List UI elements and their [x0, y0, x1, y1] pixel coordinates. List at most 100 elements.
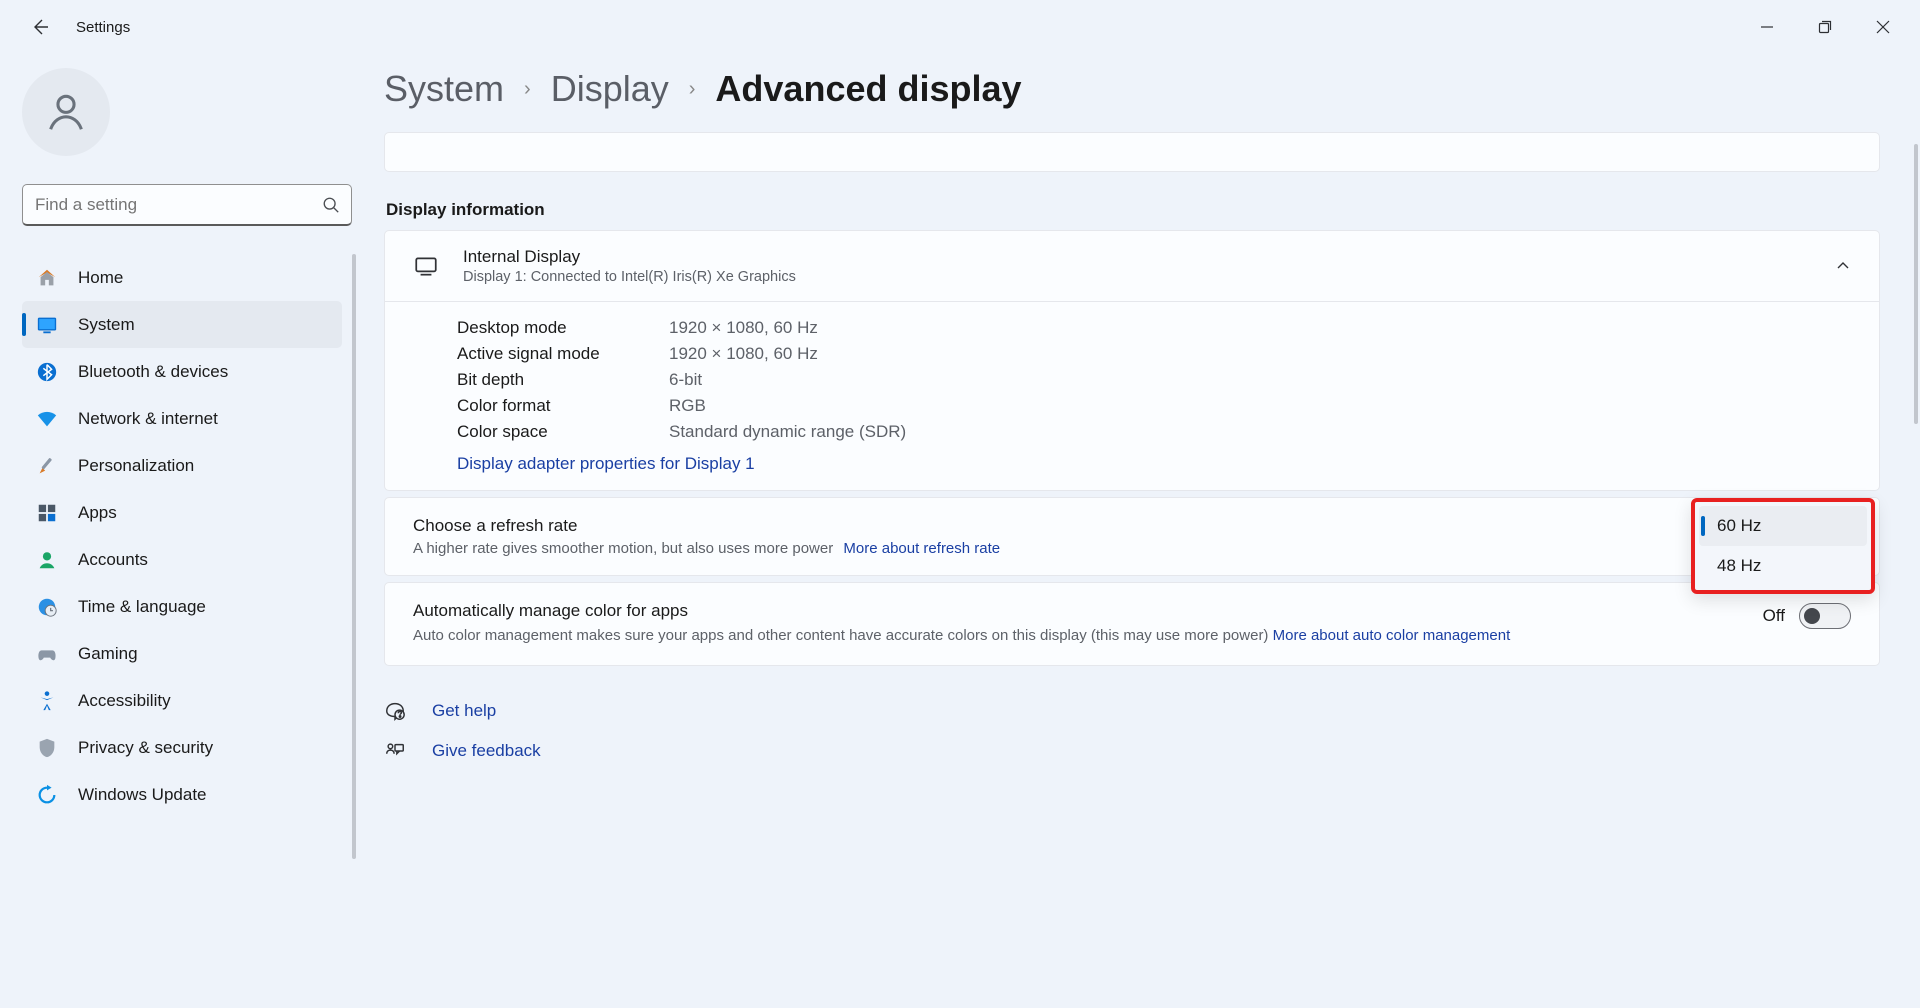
section-heading-display-info: Display information: [386, 200, 1880, 220]
breadcrumb-system[interactable]: System: [384, 68, 504, 110]
sidebar-item-label: Time & language: [78, 597, 206, 617]
breadcrumb-current: Advanced display: [715, 68, 1021, 110]
sidebar-item-gaming[interactable]: Gaming: [22, 630, 342, 677]
globe-clock-icon: [36, 596, 58, 618]
get-help-label: Get help: [432, 701, 496, 721]
auto-color-more-link[interactable]: More about auto color management: [1273, 627, 1511, 644]
breadcrumb: System › Display › Advanced display: [384, 68, 1880, 110]
user-icon: [43, 89, 89, 135]
minimize-icon: [1760, 20, 1774, 34]
info-row: Desktop mode 1920 × 1080, 60 Hz: [457, 318, 1851, 338]
sidebar-scrollbar[interactable]: [352, 254, 356, 859]
refresh-rate-option-60hz[interactable]: 60 Hz: [1699, 506, 1867, 546]
bluetooth-icon: [36, 361, 58, 383]
partial-card-above: [384, 132, 1880, 172]
wifi-icon: [36, 408, 58, 430]
nav: Home System Bluetooth & devices Network …: [22, 254, 352, 818]
sidebar-item-windows-update[interactable]: Windows Update: [22, 771, 342, 818]
toggle-state-label: Off: [1763, 606, 1785, 626]
auto-color-toggle[interactable]: [1799, 603, 1851, 629]
info-label: Bit depth: [457, 370, 669, 390]
maximize-icon: [1818, 20, 1832, 34]
sidebar-item-home[interactable]: Home: [22, 254, 342, 301]
refresh-rate-dropdown[interactable]: 60 Hz 48 Hz: [1691, 498, 1875, 594]
info-row: Active signal mode 1920 × 1080, 60 Hz: [457, 344, 1851, 364]
display-info-body: Desktop mode 1920 × 1080, 60 Hz Active s…: [385, 301, 1879, 490]
display-info-card: Internal Display Display 1: Connected to…: [384, 230, 1880, 491]
accessibility-icon: [36, 690, 58, 712]
minimize-button[interactable]: [1738, 7, 1796, 47]
feedback-icon: [384, 740, 408, 762]
give-feedback-label: Give feedback: [432, 741, 541, 761]
apps-icon: [36, 502, 58, 524]
back-button[interactable]: [20, 7, 60, 47]
info-value: RGB: [669, 396, 706, 416]
chevron-right-icon: ›: [689, 78, 696, 101]
sidebar-item-label: Gaming: [78, 644, 138, 664]
help-icon: [384, 700, 408, 722]
sidebar-item-label: Network & internet: [78, 409, 218, 429]
sidebar-item-privacy[interactable]: Privacy & security: [22, 724, 342, 771]
sidebar-item-accessibility[interactable]: Accessibility: [22, 677, 342, 724]
sidebar-item-system[interactable]: System: [22, 301, 342, 348]
title-bar: Settings: [0, 0, 1920, 54]
chevron-right-icon: ›: [524, 78, 531, 101]
refresh-rate-option-48hz[interactable]: 48 Hz: [1699, 546, 1867, 586]
refresh-rate-more-link[interactable]: More about refresh rate: [843, 540, 1000, 557]
toggle-knob: [1804, 608, 1820, 624]
close-icon: [1876, 20, 1890, 34]
sidebar-item-label: Home: [78, 268, 123, 288]
info-label: Active signal mode: [457, 344, 669, 364]
maximize-button[interactable]: [1796, 7, 1854, 47]
update-icon: [36, 784, 58, 806]
sidebar-item-network[interactable]: Network & internet: [22, 395, 342, 442]
main-scrollbar[interactable]: [1914, 144, 1918, 424]
info-row: Bit depth 6-bit: [457, 370, 1851, 390]
search-input[interactable]: [22, 184, 352, 226]
breadcrumb-display[interactable]: Display: [551, 68, 669, 110]
refresh-rate-title: Choose a refresh rate: [413, 516, 1851, 536]
refresh-rate-card: Choose a refresh rate A higher rate give…: [384, 497, 1880, 576]
display-adapter-properties-link[interactable]: Display adapter properties for Display 1: [457, 454, 755, 473]
account-icon: [36, 549, 58, 571]
auto-color-toggle-wrap: Off: [1763, 603, 1851, 629]
sidebar: Home System Bluetooth & devices Network …: [0, 54, 370, 1008]
sidebar-item-time-language[interactable]: Time & language: [22, 583, 342, 630]
system-icon: [36, 314, 58, 336]
app-title: Settings: [76, 19, 130, 36]
info-value: Standard dynamic range (SDR): [669, 422, 906, 442]
info-value: 1920 × 1080, 60 Hz: [669, 318, 818, 338]
close-button[interactable]: [1854, 7, 1912, 47]
sidebar-item-label: Windows Update: [78, 785, 207, 805]
info-value: 1920 × 1080, 60 Hz: [669, 344, 818, 364]
display-info-header[interactable]: Internal Display Display 1: Connected to…: [385, 231, 1879, 301]
sidebar-item-label: Accessibility: [78, 691, 171, 711]
info-row: Color format RGB: [457, 396, 1851, 416]
sidebar-item-label: Privacy & security: [78, 738, 213, 758]
display-connection: Display 1: Connected to Intel(R) Iris(R)…: [463, 269, 796, 285]
give-feedback-link[interactable]: Give feedback: [384, 740, 1880, 762]
auto-color-title: Automatically manage color for apps: [413, 601, 1739, 621]
auto-color-card: Automatically manage color for apps Auto…: [384, 582, 1880, 666]
get-help-link[interactable]: Get help: [384, 700, 1880, 722]
avatar[interactable]: [22, 68, 110, 156]
back-arrow-icon: [30, 17, 50, 37]
sidebar-item-label: System: [78, 315, 135, 335]
info-label: Desktop mode: [457, 318, 669, 338]
sidebar-item-label: Bluetooth & devices: [78, 362, 228, 382]
footer-links: Get help Give feedback: [384, 700, 1880, 762]
search-field[interactable]: [22, 184, 352, 226]
home-icon: [36, 267, 58, 289]
chevron-up-icon: [1835, 258, 1851, 274]
sidebar-item-apps[interactable]: Apps: [22, 489, 342, 536]
info-label: Color space: [457, 422, 669, 442]
sidebar-item-label: Accounts: [78, 550, 148, 570]
main-content: System › Display › Advanced display Disp…: [370, 54, 1920, 1008]
sidebar-item-personalization[interactable]: Personalization: [22, 442, 342, 489]
sidebar-item-accounts[interactable]: Accounts: [22, 536, 342, 583]
sidebar-item-bluetooth[interactable]: Bluetooth & devices: [22, 348, 342, 395]
refresh-rate-desc-text: A higher rate gives smoother motion, but…: [413, 540, 833, 557]
window-controls: [1738, 7, 1912, 47]
auto-color-desc-text: Auto color management makes sure your ap…: [413, 627, 1273, 644]
sidebar-item-label: Apps: [78, 503, 117, 523]
